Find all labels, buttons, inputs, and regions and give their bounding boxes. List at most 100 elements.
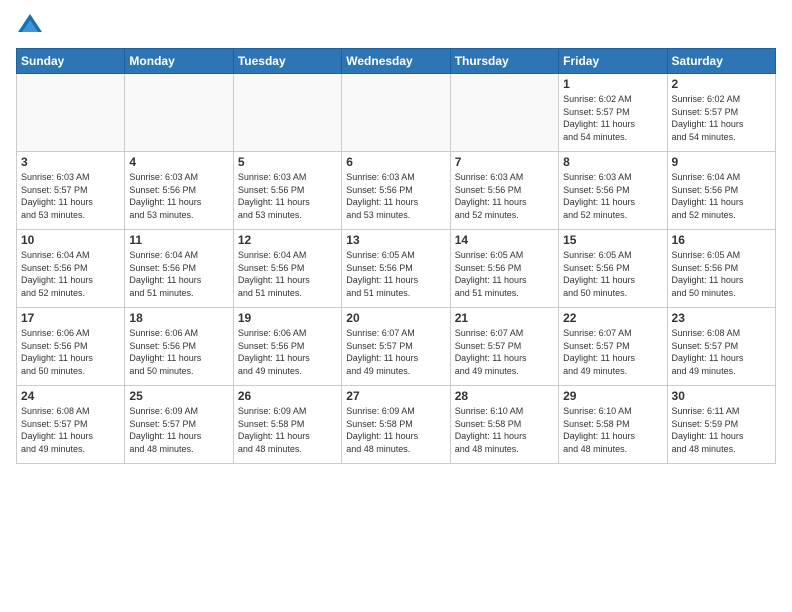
- day-number: 13: [346, 233, 445, 247]
- day-number: 9: [672, 155, 771, 169]
- calendar-cell: 21 Sunrise: 6:07 AM Sunset: 5:57 PM Dayli…: [450, 308, 558, 386]
- day-number: 14: [455, 233, 554, 247]
- calendar-cell: 26 Sunrise: 6:09 AM Sunset: 5:58 PM Dayli…: [233, 386, 341, 464]
- calendar-cell: 12 Sunrise: 6:04 AM Sunset: 5:56 PM Dayli…: [233, 230, 341, 308]
- day-number: 11: [129, 233, 228, 247]
- calendar-cell: 16 Sunrise: 6:05 AM Sunset: 5:56 PM Dayli…: [667, 230, 775, 308]
- day-info: Sunrise: 6:03 AM Sunset: 5:56 PM Dayligh…: [346, 171, 445, 221]
- header: [16, 12, 776, 40]
- calendar-cell: 24 Sunrise: 6:08 AM Sunset: 5:57 PM Dayli…: [17, 386, 125, 464]
- day-info: Sunrise: 6:03 AM Sunset: 5:56 PM Dayligh…: [455, 171, 554, 221]
- calendar-cell: [450, 74, 558, 152]
- day-number: 10: [21, 233, 120, 247]
- day-number: 26: [238, 389, 337, 403]
- day-info: Sunrise: 6:03 AM Sunset: 5:56 PM Dayligh…: [238, 171, 337, 221]
- calendar-cell: 23 Sunrise: 6:08 AM Sunset: 5:57 PM Dayli…: [667, 308, 775, 386]
- calendar-cell: [125, 74, 233, 152]
- calendar-cell: 3 Sunrise: 6:03 AM Sunset: 5:57 PM Daylig…: [17, 152, 125, 230]
- calendar-cell: 5 Sunrise: 6:03 AM Sunset: 5:56 PM Daylig…: [233, 152, 341, 230]
- day-number: 24: [21, 389, 120, 403]
- calendar-cell: 14 Sunrise: 6:05 AM Sunset: 5:56 PM Dayli…: [450, 230, 558, 308]
- calendar-cell: [17, 74, 125, 152]
- day-number: 15: [563, 233, 662, 247]
- day-number: 4: [129, 155, 228, 169]
- calendar-week-4: 17 Sunrise: 6:06 AM Sunset: 5:56 PM Dayli…: [17, 308, 776, 386]
- day-number: 6: [346, 155, 445, 169]
- day-info: Sunrise: 6:07 AM Sunset: 5:57 PM Dayligh…: [346, 327, 445, 377]
- day-info: Sunrise: 6:03 AM Sunset: 5:56 PM Dayligh…: [563, 171, 662, 221]
- day-info: Sunrise: 6:03 AM Sunset: 5:57 PM Dayligh…: [21, 171, 120, 221]
- day-info: Sunrise: 6:07 AM Sunset: 5:57 PM Dayligh…: [563, 327, 662, 377]
- day-info: Sunrise: 6:08 AM Sunset: 5:57 PM Dayligh…: [672, 327, 771, 377]
- day-info: Sunrise: 6:06 AM Sunset: 5:56 PM Dayligh…: [129, 327, 228, 377]
- calendar-cell: [342, 74, 450, 152]
- calendar-cell: 17Sunrise: 6:06 AM Sunset: 5:56 PM Dayli…: [17, 308, 125, 386]
- day-info: Sunrise: 6:10 AM Sunset: 5:58 PM Dayligh…: [455, 405, 554, 455]
- day-number: 28: [455, 389, 554, 403]
- day-number: 8: [563, 155, 662, 169]
- calendar-cell: 2 Sunrise: 6:02 AM Sunset: 5:57 PM Daylig…: [667, 74, 775, 152]
- calendar-cell: 29Sunrise: 6:10 AM Sunset: 5:58 PM Dayli…: [559, 386, 667, 464]
- day-number: 21: [455, 311, 554, 325]
- day-info: Sunrise: 6:04 AM Sunset: 5:56 PM Dayligh…: [672, 171, 771, 221]
- weekday-header-wednesday: Wednesday: [342, 49, 450, 74]
- calendar-cell: 7Sunrise: 6:03 AM Sunset: 5:56 PM Daylig…: [450, 152, 558, 230]
- day-info: Sunrise: 6:04 AM Sunset: 5:56 PM Dayligh…: [129, 249, 228, 299]
- calendar-cell: [233, 74, 341, 152]
- day-info: Sunrise: 6:05 AM Sunset: 5:56 PM Dayligh…: [455, 249, 554, 299]
- day-info: Sunrise: 6:05 AM Sunset: 5:56 PM Dayligh…: [672, 249, 771, 299]
- calendar-cell: 25Sunrise: 6:09 AM Sunset: 5:57 PM Dayli…: [125, 386, 233, 464]
- day-number: 18: [129, 311, 228, 325]
- day-info: Sunrise: 6:09 AM Sunset: 5:58 PM Dayligh…: [238, 405, 337, 455]
- calendar-table: SundayMondayTuesdayWednesdayThursdayFrid…: [16, 48, 776, 464]
- day-number: 3: [21, 155, 120, 169]
- weekday-header-friday: Friday: [559, 49, 667, 74]
- logo: [16, 12, 48, 40]
- day-number: 17: [21, 311, 120, 325]
- weekday-header-saturday: Saturday: [667, 49, 775, 74]
- day-number: 19: [238, 311, 337, 325]
- day-info: Sunrise: 6:05 AM Sunset: 5:56 PM Dayligh…: [346, 249, 445, 299]
- weekday-header-tuesday: Tuesday: [233, 49, 341, 74]
- calendar-cell: 1 Sunrise: 6:02 AM Sunset: 5:57 PM Daylig…: [559, 74, 667, 152]
- calendar-cell: 22 Sunrise: 6:07 AM Sunset: 5:57 PM Dayli…: [559, 308, 667, 386]
- day-number: 23: [672, 311, 771, 325]
- day-number: 27: [346, 389, 445, 403]
- day-number: 25: [129, 389, 228, 403]
- day-info: Sunrise: 6:04 AM Sunset: 5:56 PM Dayligh…: [238, 249, 337, 299]
- calendar-week-2: 3 Sunrise: 6:03 AM Sunset: 5:57 PM Daylig…: [17, 152, 776, 230]
- calendar-cell: 18 Sunrise: 6:06 AM Sunset: 5:56 PM Dayli…: [125, 308, 233, 386]
- weekday-header-row: SundayMondayTuesdayWednesdayThursdayFrid…: [17, 49, 776, 74]
- day-info: Sunrise: 6:03 AM Sunset: 5:56 PM Dayligh…: [129, 171, 228, 221]
- weekday-header-monday: Monday: [125, 49, 233, 74]
- day-info: Sunrise: 6:05 AM Sunset: 5:56 PM Dayligh…: [563, 249, 662, 299]
- day-number: 22: [563, 311, 662, 325]
- day-info: Sunrise: 6:08 AM Sunset: 5:57 PM Dayligh…: [21, 405, 120, 455]
- calendar-week-1: 1 Sunrise: 6:02 AM Sunset: 5:57 PM Daylig…: [17, 74, 776, 152]
- calendar-cell: 28 Sunrise: 6:10 AM Sunset: 5:58 PM Dayli…: [450, 386, 558, 464]
- logo-icon: [16, 12, 44, 40]
- calendar-week-3: 10 Sunrise: 6:04 AM Sunset: 5:56 PM Dayli…: [17, 230, 776, 308]
- day-info: Sunrise: 6:10 AM Sunset: 5:58 PM Dayligh…: [563, 405, 662, 455]
- calendar-cell: 30 Sunrise: 6:11 AM Sunset: 5:59 PM Dayli…: [667, 386, 775, 464]
- day-number: 12: [238, 233, 337, 247]
- day-number: 16: [672, 233, 771, 247]
- calendar-cell: 10Sunrise: 6:04 AM Sunset: 5:56 PM Dayli…: [17, 230, 125, 308]
- day-number: 30: [672, 389, 771, 403]
- calendar-cell: 6 Sunrise: 6:03 AM Sunset: 5:56 PM Daylig…: [342, 152, 450, 230]
- day-info: Sunrise: 6:07 AM Sunset: 5:57 PM Dayligh…: [455, 327, 554, 377]
- calendar-cell: 8 Sunrise: 6:03 AM Sunset: 5:56 PM Daylig…: [559, 152, 667, 230]
- day-info: Sunrise: 6:06 AM Sunset: 5:56 PM Dayligh…: [238, 327, 337, 377]
- day-number: 1: [563, 77, 662, 91]
- day-info: Sunrise: 6:11 AM Sunset: 5:59 PM Dayligh…: [672, 405, 771, 455]
- day-number: 5: [238, 155, 337, 169]
- calendar-cell: 20 Sunrise: 6:07 AM Sunset: 5:57 PM Dayli…: [342, 308, 450, 386]
- calendar-cell: 9 Sunrise: 6:04 AM Sunset: 5:56 PM Daylig…: [667, 152, 775, 230]
- day-info: Sunrise: 6:02 AM Sunset: 5:57 PM Dayligh…: [672, 93, 771, 143]
- day-number: 20: [346, 311, 445, 325]
- calendar-cell: 11 Sunrise: 6:04 AM Sunset: 5:56 PM Dayli…: [125, 230, 233, 308]
- weekday-header-thursday: Thursday: [450, 49, 558, 74]
- day-info: Sunrise: 6:02 AM Sunset: 5:57 PM Dayligh…: [563, 93, 662, 143]
- day-number: 2: [672, 77, 771, 91]
- calendar-cell: 15 Sunrise: 6:05 AM Sunset: 5:56 PM Dayli…: [559, 230, 667, 308]
